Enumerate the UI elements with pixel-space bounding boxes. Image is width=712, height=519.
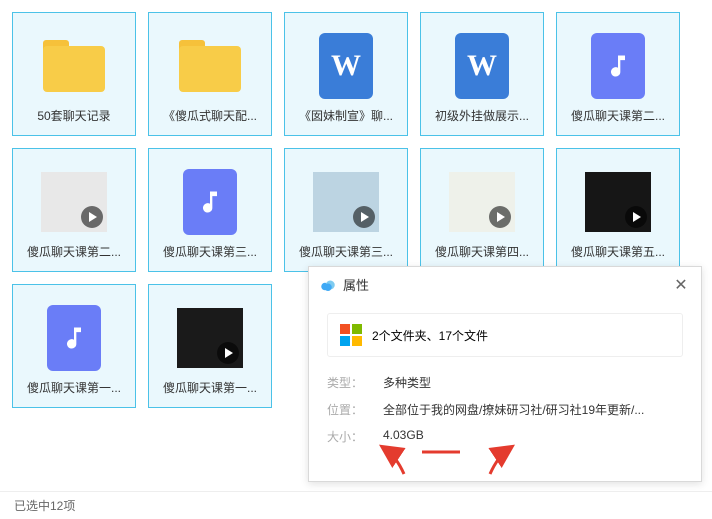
file-item[interactable]: W初级外挂做展示...: [420, 12, 544, 136]
file-label: 《傻瓜式聊天配...: [149, 99, 271, 124]
prop-rows: 类型：多种类型位置：全部位于我的网盘/撩妹研习社/研习社19年更新/...大小：…: [327, 369, 683, 450]
prop-value: 多种类型: [383, 374, 683, 391]
thumbnail: W: [313, 33, 379, 99]
play-icon: [217, 342, 239, 364]
prop-row: 大小：4.03GB: [327, 423, 683, 450]
prop-value: 4.03GB: [383, 428, 683, 445]
thumbnail: [585, 33, 651, 99]
thumbnail: [177, 305, 243, 371]
thumbnail: W: [449, 33, 515, 99]
file-item[interactable]: W《囡妹制宣》聊...: [284, 12, 408, 136]
summary-row: 2个文件夹、17个文件: [327, 313, 683, 357]
file-label: 50套聊天记录: [13, 99, 135, 124]
file-label: 傻瓜聊天课第一...: [149, 371, 271, 396]
file-item[interactable]: 《傻瓜式聊天配...: [148, 12, 272, 136]
file-label: 初级外挂做展示...: [421, 99, 543, 124]
video-thumbnail: [313, 172, 379, 232]
file-item[interactable]: 傻瓜聊天课第二...: [12, 148, 136, 272]
file-label: 傻瓜聊天课第三...: [285, 235, 407, 260]
play-icon: [625, 206, 647, 228]
word-icon: W: [319, 33, 373, 99]
file-item[interactable]: 傻瓜聊天课第五...: [556, 148, 680, 272]
video-thumbnail: [177, 308, 243, 368]
thumbnail: [449, 169, 515, 235]
thumbnail: [41, 33, 107, 99]
video-thumbnail: [449, 172, 515, 232]
thumbnail: [585, 169, 651, 235]
file-label: 傻瓜聊天课第五...: [557, 235, 679, 260]
video-thumbnail: [585, 172, 651, 232]
summary-text: 2个文件夹、17个文件: [372, 327, 488, 344]
panel-title: 属性: [343, 275, 369, 294]
file-item[interactable]: 傻瓜聊天课第三...: [148, 148, 272, 272]
thumbnail: [41, 305, 107, 371]
thumbnail: [177, 33, 243, 99]
file-label: 傻瓜聊天课第二...: [13, 235, 135, 260]
audio-icon: [47, 305, 101, 371]
file-label: 《囡妹制宣》聊...: [285, 99, 407, 124]
files-icon: [340, 324, 362, 346]
play-icon: [489, 206, 511, 228]
file-item[interactable]: 傻瓜聊天课第三...: [284, 148, 408, 272]
prop-key: 类型：: [327, 374, 383, 391]
status-text: 已选中12项: [14, 497, 75, 514]
thumbnail: [313, 169, 379, 235]
file-label: 傻瓜聊天课第一...: [13, 371, 135, 396]
file-item[interactable]: 傻瓜聊天课第一...: [12, 284, 136, 408]
panel-body: 2个文件夹、17个文件 类型：多种类型位置：全部位于我的网盘/撩妹研习社/研习社…: [309, 303, 701, 460]
file-item[interactable]: 50套聊天记录: [12, 12, 136, 136]
audio-icon: [183, 169, 237, 235]
cloud-icon: [319, 276, 337, 294]
word-icon: W: [455, 33, 509, 99]
play-icon: [353, 206, 375, 228]
video-thumbnail: [41, 172, 107, 232]
file-label: 傻瓜聊天课第三...: [149, 235, 271, 260]
file-label: 傻瓜聊天课第四...: [421, 235, 543, 260]
status-bar: 已选中12项: [0, 491, 712, 519]
prop-row: 位置：全部位于我的网盘/撩妹研习社/研习社19年更新/...: [327, 396, 683, 423]
prop-row: 类型：多种类型: [327, 369, 683, 396]
file-item[interactable]: 傻瓜聊天课第四...: [420, 148, 544, 272]
prop-value: 全部位于我的网盘/撩妹研习社/研习社19年更新/...: [383, 401, 683, 418]
file-label: 傻瓜聊天课第二...: [557, 99, 679, 124]
thumbnail: [177, 169, 243, 235]
folder-icon: [43, 40, 105, 92]
prop-key: 大小：: [327, 428, 383, 445]
folder-icon: [179, 40, 241, 92]
close-icon[interactable]: ✕: [671, 275, 691, 295]
prop-key: 位置：: [327, 401, 383, 418]
audio-icon: [591, 33, 645, 99]
file-item[interactable]: 傻瓜聊天课第二...: [556, 12, 680, 136]
panel-header: 属性 ✕: [309, 267, 701, 303]
play-icon: [81, 206, 103, 228]
file-item[interactable]: 傻瓜聊天课第一...: [148, 284, 272, 408]
thumbnail: [41, 169, 107, 235]
properties-panel: 属性 ✕ 2个文件夹、17个文件 类型：多种类型位置：全部位于我的网盘/撩妹研习…: [308, 266, 702, 482]
